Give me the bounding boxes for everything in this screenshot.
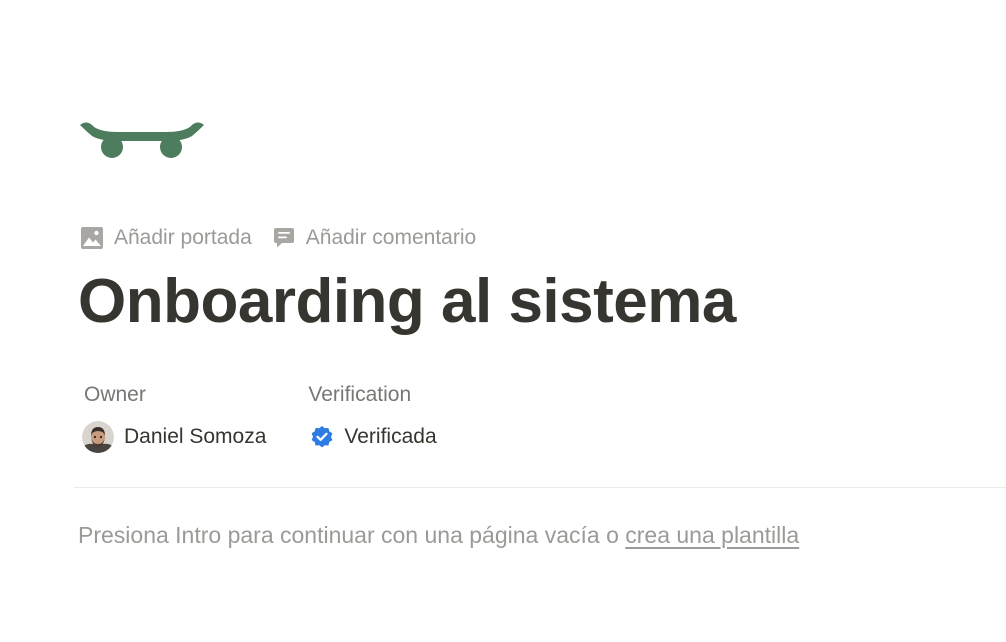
verified-badge-icon: [312, 426, 333, 448]
verification-property-value[interactable]: Verificada: [310, 422, 437, 452]
page-controls: Añadir portada Añadir comentario: [80, 222, 476, 254]
add-comment-label: Añadir comentario: [305, 226, 477, 249]
page-icon[interactable]: [78, 116, 206, 164]
avatar: [82, 421, 114, 453]
verification-property-name[interactable]: Verification: [308, 380, 436, 410]
add-cover-button[interactable]: Añadir portada: [80, 226, 252, 250]
image-icon: [81, 227, 103, 249]
properties-divider: [74, 487, 1006, 488]
empty-page-hint-text: Presiona Intro para continuar con una pá…: [78, 522, 626, 548]
owner-property-name[interactable]: Owner: [84, 380, 266, 410]
owner-property: Owner Daniel Somoza: [82, 380, 267, 453]
add-comment-button[interactable]: Añadir comentario: [272, 226, 476, 250]
owner-property-value[interactable]: Daniel Somoza: [82, 421, 267, 453]
page-title[interactable]: Onboarding al sistema: [78, 266, 736, 337]
verification-property: Verification Verificada: [308, 380, 436, 452]
page-properties: Owner Daniel Somoza Verification Verific…: [82, 380, 437, 453]
add-cover-label: Añadir portada: [114, 226, 252, 249]
comment-icon: [273, 228, 294, 248]
owner-name: Daniel Somoza: [124, 425, 267, 448]
create-template-link[interactable]: crea una plantilla: [625, 522, 799, 548]
verification-status: Verificada: [344, 425, 437, 448]
skateboard-icon: [80, 122, 204, 158]
empty-page-hint: Presiona Intro para continuar con una pá…: [78, 522, 799, 549]
